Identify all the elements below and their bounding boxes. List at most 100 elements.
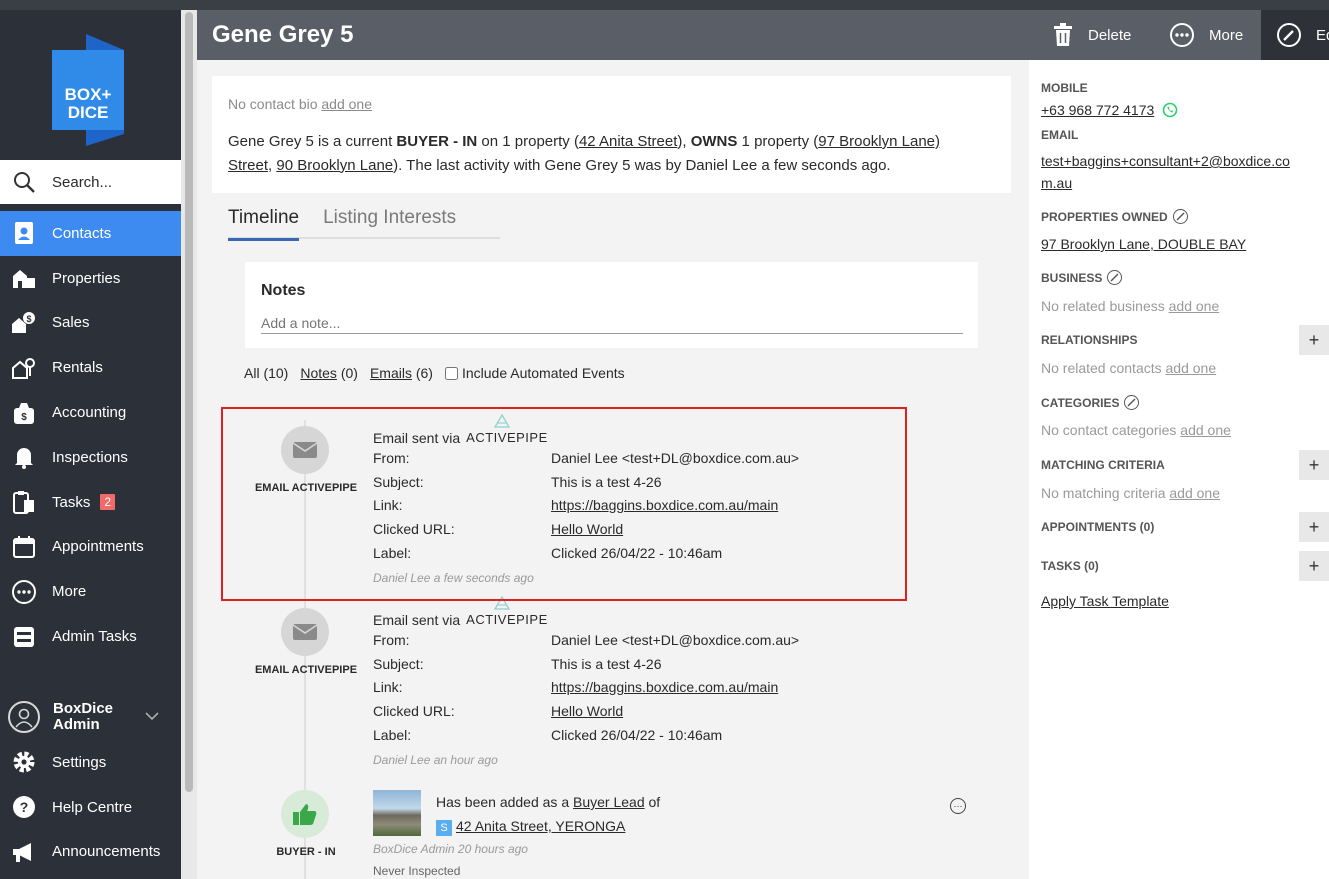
add-appointment-button[interactable]: + [1299, 512, 1329, 542]
nav-item-properties[interactable]: Properties [0, 256, 181, 301]
email-label: EMAIL [1041, 128, 1079, 142]
event-via: Email sent via ACTIVEPIPE [373, 596, 893, 632]
nav-item-settings[interactable]: Settings [0, 740, 181, 785]
more-button[interactable]: More [1169, 10, 1243, 60]
nav-item-admin-tasks[interactable]: Admin Tasks [0, 614, 181, 659]
event-row-from: From: Daniel Lee <test+DL@boxdice.com.au> [373, 450, 893, 474]
nav-item-announcements[interactable]: Announcements [0, 830, 181, 875]
email-line: test+baggins+consultant+2@boxdice.co [1041, 153, 1290, 169]
contact-details-panel: MOBILE +63 968 772 4173 EMAIL test+baggi… [1029, 60, 1329, 879]
event-row-label: Label: Clicked 26/04/22 - 10:46am [373, 545, 893, 569]
add-task-button[interactable]: + [1299, 551, 1329, 581]
event-row-clicked-url: Clicked URL: Hello World [373, 703, 893, 727]
add-business-link[interactable]: add one [1169, 298, 1220, 314]
add-matching-link[interactable]: add one [1169, 485, 1220, 501]
nav-label: Announcements [52, 843, 161, 861]
nav-item-rentals[interactable]: Rentals [0, 345, 181, 390]
nav-item-sales[interactable]: $ Sales [0, 301, 181, 346]
user-menu[interactable]: BoxDice Admin [0, 696, 181, 738]
tasks-count-badge: 2 [100, 494, 116, 511]
nav-label: Contacts [52, 224, 112, 242]
nav-label: Admin Tasks [52, 628, 137, 646]
add-note-input[interactable] [261, 312, 963, 334]
delete-button[interactable]: Delete [1052, 10, 1131, 60]
svg-text:$: $ [26, 314, 31, 324]
lead-text: of [648, 794, 661, 810]
filter-notes[interactable]: Notes (0) [300, 365, 358, 381]
tab-timeline[interactable]: Timeline [228, 207, 300, 241]
buyer-lead-text: Has been added as a Buyer Lead of S 42 An… [436, 790, 660, 838]
business-label: BUSINESS [1041, 270, 1123, 285]
properties-icon [11, 265, 37, 291]
app-logo[interactable]: BOX+ DICE [48, 34, 128, 146]
event-row-from: From: Daniel Lee <test+DL@boxdice.com.au> [373, 632, 893, 656]
nav-label: Sales [52, 314, 90, 332]
svg-text:?: ? [20, 799, 29, 815]
nav-item-help-centre[interactable]: ? Help Centre [0, 785, 181, 830]
whatsapp-icon[interactable] [1162, 102, 1178, 118]
event-meta: Daniel Lee a few seconds ago [373, 570, 534, 585]
row-value: This is a test 4-26 [551, 655, 662, 672]
buyer-lead-content: Has been added as a Buyer Lead of S 42 An… [373, 790, 933, 838]
scrollbar-thumb[interactable] [185, 12, 193, 792]
event-body: Email sent via ACTIVEPIPE From: Daniel Le… [373, 414, 893, 585]
row-value: Clicked 26/04/22 - 10:46am [551, 726, 723, 743]
nav-item-accounting[interactable]: $ Accounting [0, 390, 181, 435]
nav-label: Appointments [52, 538, 144, 556]
clicked-url-link[interactable]: Hello World [551, 521, 623, 545]
gear-icon [11, 749, 37, 775]
section-label: BUSINESS [1041, 270, 1103, 285]
apply-task-template-link[interactable]: Apply Task Template [1041, 593, 1169, 609]
include-automated-checkbox[interactable] [444, 366, 458, 380]
tab-bar: Timeline Listing Interests [228, 207, 500, 241]
add-matching-criteria-button[interactable]: + [1299, 450, 1329, 480]
tab-listing-interests[interactable]: Listing Interests [323, 207, 456, 237]
calendar-icon [11, 534, 37, 560]
event-options-button[interactable]: ··· [950, 798, 966, 814]
nav-label: Help Centre [52, 798, 133, 816]
add-category-link[interactable]: add one [1180, 422, 1231, 438]
edit-pencil-icon[interactable] [1107, 270, 1123, 285]
nav-item-appointments[interactable]: Appointments [0, 525, 181, 570]
link-url[interactable]: https://baggins.boxdice.com.au/main [551, 497, 778, 521]
nav-item-contacts[interactable]: Contacts [0, 211, 181, 256]
summary-text: on 1 property ( [477, 133, 579, 150]
add-relationship-link[interactable]: add one [1166, 360, 1217, 376]
contacts-icon [11, 220, 37, 246]
relationships-label: RELATIONSHIPS [1041, 333, 1138, 347]
owned-property-link[interactable]: 90 Brooklyn Lane [276, 157, 393, 174]
mobile-link[interactable]: +63 968 772 4173 [1041, 102, 1154, 118]
nav-item-tasks[interactable]: Tasks 2 [0, 480, 181, 525]
owned-property-link[interactable]: 97 Brooklyn Lane, DOUBLE BAY [1041, 236, 1246, 252]
nav-item-more[interactable]: More [0, 569, 181, 614]
filter-emails[interactable]: Emails (6) [370, 365, 433, 381]
buyer-property-link[interactable]: 42 Anita Street [579, 133, 677, 150]
edit-pencil-icon[interactable] [1124, 395, 1140, 410]
svg-text:DICE: DICE [68, 103, 109, 122]
search-bar[interactable]: Search... [0, 160, 181, 204]
sidebar-scrollbar[interactable] [181, 10, 197, 879]
edit-pencil-icon[interactable] [1172, 209, 1188, 224]
thumbs-up-icon [281, 790, 329, 838]
add-bio-link[interactable]: add one [321, 96, 372, 112]
clicked-url-link[interactable]: Hello World [551, 703, 623, 727]
row-key: From: [373, 631, 410, 648]
add-relationship-button[interactable]: + [1299, 325, 1329, 355]
edit-button[interactable]: Edit [1261, 10, 1329, 60]
email-link[interactable]: test+baggins+consultant+2@boxdice.co m.a… [1041, 150, 1290, 194]
buyer-lead-link[interactable]: Buyer Lead [573, 794, 645, 810]
empty-text: No related contacts [1041, 360, 1162, 376]
top-strip [0, 0, 1329, 10]
property-link[interactable]: 42 Anita Street, YERONGA [456, 818, 625, 834]
filter-notes-label: Notes [300, 365, 337, 381]
delete-label: Delete [1088, 26, 1132, 44]
link-url[interactable]: https://baggins.boxdice.com.au/main [551, 679, 778, 703]
nav-item-inspections[interactable]: Inspections [0, 435, 181, 480]
property-thumbnail[interactable] [373, 790, 421, 836]
row-key: Subject: [373, 473, 424, 490]
summary-text: 1 property ( [737, 133, 819, 150]
event-body: Email sent via ACTIVEPIPE From: Daniel Le… [373, 596, 893, 767]
filter-all[interactable]: All (10) [244, 365, 288, 381]
help-icon: ? [11, 794, 37, 820]
main-content: No contact bio add one Gene Grey 5 is a … [197, 60, 1029, 879]
